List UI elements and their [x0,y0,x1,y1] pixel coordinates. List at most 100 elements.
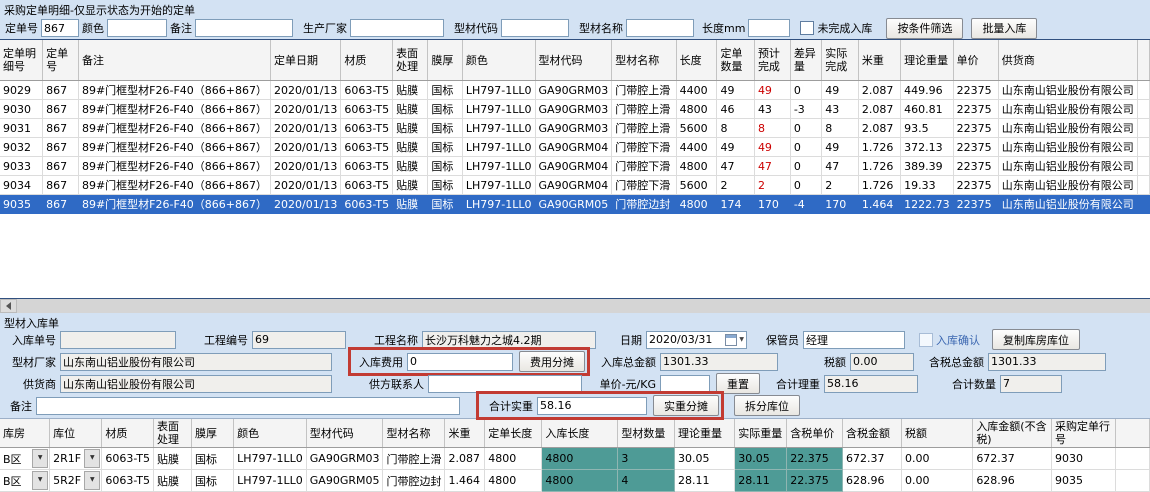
table-cell[interactable]: 2 [717,176,754,195]
table-cell[interactable]: GA90GRM04 [535,157,612,176]
table-cell[interactable]: 30.05 [735,448,787,470]
total-quantity-input[interactable] [1000,375,1062,393]
table-cell[interactable]: 89#门框型材F26-F40（866+867） [78,81,270,100]
table-cell[interactable]: 628.96 [973,470,1052,492]
table-cell[interactable]: 贴膜 [393,176,428,195]
table-cell[interactable]: 9029 [0,81,43,100]
batch-inbound-button[interactable]: 批量入库 [971,18,1037,39]
table-cell[interactable]: 2020/01/13 [271,138,341,157]
column-header[interactable]: 备注 [78,40,270,81]
table-cell[interactable]: 9032 [0,138,43,157]
calendar-icon[interactable]: ▼ [725,334,744,346]
table-row[interactable]: 903386789#门框型材F26-F40（866+867）2020/01/13… [0,157,1150,176]
project-name-input[interactable] [422,331,596,349]
table-cell[interactable]: 4 [618,470,675,492]
column-header[interactable]: 差异量 [790,40,821,81]
filter-profile-name-input[interactable] [626,19,694,37]
table-cell[interactable]: 2R1F▼ [50,448,102,470]
table-cell[interactable] [1137,119,1149,138]
table-cell[interactable]: 43 [754,100,790,119]
table-cell[interactable]: GA90GRM05 [306,470,383,492]
table-row[interactable]: 903186789#门框型材F26-F40（866+867）2020/01/13… [0,119,1150,138]
table-cell[interactable]: 国标 [428,176,463,195]
filter-remark-input[interactable] [195,19,293,37]
table-cell[interactable] [1137,157,1149,176]
table-cell[interactable]: 4800 [485,448,542,470]
table-cell[interactable]: 672.37 [973,448,1052,470]
filter-profile-code-input[interactable] [501,19,569,37]
column-header[interactable]: 膜厚 [192,419,234,448]
column-header[interactable]: 表面处理 [154,419,192,448]
table-cell[interactable]: LH797-1LL0 [462,157,535,176]
table-cell[interactable]: 5R2F▼ [50,470,102,492]
table-cell[interactable]: 1.726 [858,176,900,195]
column-header[interactable]: 采购定单行号 [1052,419,1116,448]
column-header[interactable]: 型材数量 [618,419,675,448]
table-cell[interactable]: 0 [790,176,821,195]
tax-input[interactable] [850,353,914,371]
table-cell[interactable]: 22375 [953,176,998,195]
table-cell[interactable]: 贴膜 [154,470,192,492]
table-cell[interactable]: 89#门框型材F26-F40（866+867） [78,157,270,176]
table-cell[interactable]: 9035 [1052,470,1116,492]
table-cell[interactable]: 2020/01/13 [271,81,341,100]
inbound-confirm-checkbox[interactable] [919,333,933,347]
keeper-input[interactable] [803,331,905,349]
actual-weight-share-button[interactable]: 实重分摊 [653,395,719,416]
table-cell[interactable]: 2 [822,176,859,195]
table-row[interactable]: 903286789#门框型材F26-F40（866+867）2020/01/13… [0,138,1150,157]
column-header[interactable]: 型材代码 [535,40,612,81]
column-header[interactable]: 含税单价 [787,419,843,448]
table-cell[interactable]: 贴膜 [393,138,428,157]
table-cell[interactable]: 867 [43,100,79,119]
table-cell[interactable]: LH797-1LL0 [462,138,535,157]
table-cell[interactable]: 1.726 [858,138,900,157]
table-row[interactable]: B区▼2R1F▼6063-T5贴膜国标LH797-1LL0GA90GRM03门带… [0,448,1150,470]
table-cell[interactable]: 0.00 [902,470,973,492]
table-cell[interactable]: 6063-T5 [102,470,154,492]
table-cell[interactable]: LH797-1LL0 [462,81,535,100]
unit-price-input[interactable] [660,375,710,393]
column-header[interactable]: 型材代码 [306,419,383,448]
table-cell[interactable]: 46 [717,100,754,119]
table-cell[interactable]: 170 [754,195,790,214]
table-cell[interactable]: 门带腔上滑 [612,81,676,100]
column-header[interactable]: 实际重量 [735,419,787,448]
table-cell[interactable]: 山东南山铝业股份有限公司 [998,138,1137,157]
dropdown-arrow-icon[interactable]: ▼ [32,449,48,468]
table-cell[interactable]: 贴膜 [393,100,428,119]
total-actual-weight-input[interactable] [537,397,647,415]
table-cell[interactable]: 47 [717,157,754,176]
column-header[interactable]: 定单明细号 [0,40,43,81]
table-cell[interactable]: 4800 [542,448,618,470]
table-cell[interactable]: 4400 [676,138,717,157]
column-header[interactable] [1137,40,1149,81]
table-cell[interactable]: 389.39 [901,157,954,176]
table-cell[interactable]: 867 [43,119,79,138]
table-cell[interactable]: 6063-T5 [341,81,393,100]
table-cell[interactable]: 9030 [0,100,43,119]
table-cell[interactable]: 山东南山铝业股份有限公司 [998,81,1137,100]
table-cell[interactable]: GA90GRM04 [535,138,612,157]
table-cell[interactable]: 3 [618,448,675,470]
table-cell[interactable]: 6063-T5 [341,119,393,138]
table-cell[interactable]: 628.96 [842,470,901,492]
table-cell[interactable]: 174 [717,195,754,214]
table-cell[interactable]: 2 [754,176,790,195]
dropdown-arrow-icon[interactable]: ▼ [32,471,48,490]
split-location-button[interactable]: 拆分库位 [734,395,800,416]
table-cell[interactable]: 6063-T5 [341,157,393,176]
table-cell[interactable]: 89#门框型材F26-F40（866+867） [78,119,270,138]
table-cell[interactable]: 449.96 [901,81,954,100]
column-header[interactable]: 定单数量 [717,40,754,81]
table-cell[interactable]: 89#门框型材F26-F40（866+867） [78,176,270,195]
table-cell[interactable]: 22375 [953,138,998,157]
table-cell[interactable]: 1.726 [858,157,900,176]
table-cell[interactable]: 89#门框型材F26-F40（866+867） [78,195,270,214]
table-cell[interactable]: 4800 [676,157,717,176]
table-cell[interactable]: 1222.73 [901,195,954,214]
project-no-input[interactable] [252,331,346,349]
column-header[interactable]: 入库长度 [542,419,618,448]
column-header[interactable]: 定单日期 [271,40,341,81]
column-header[interactable] [1115,419,1149,448]
